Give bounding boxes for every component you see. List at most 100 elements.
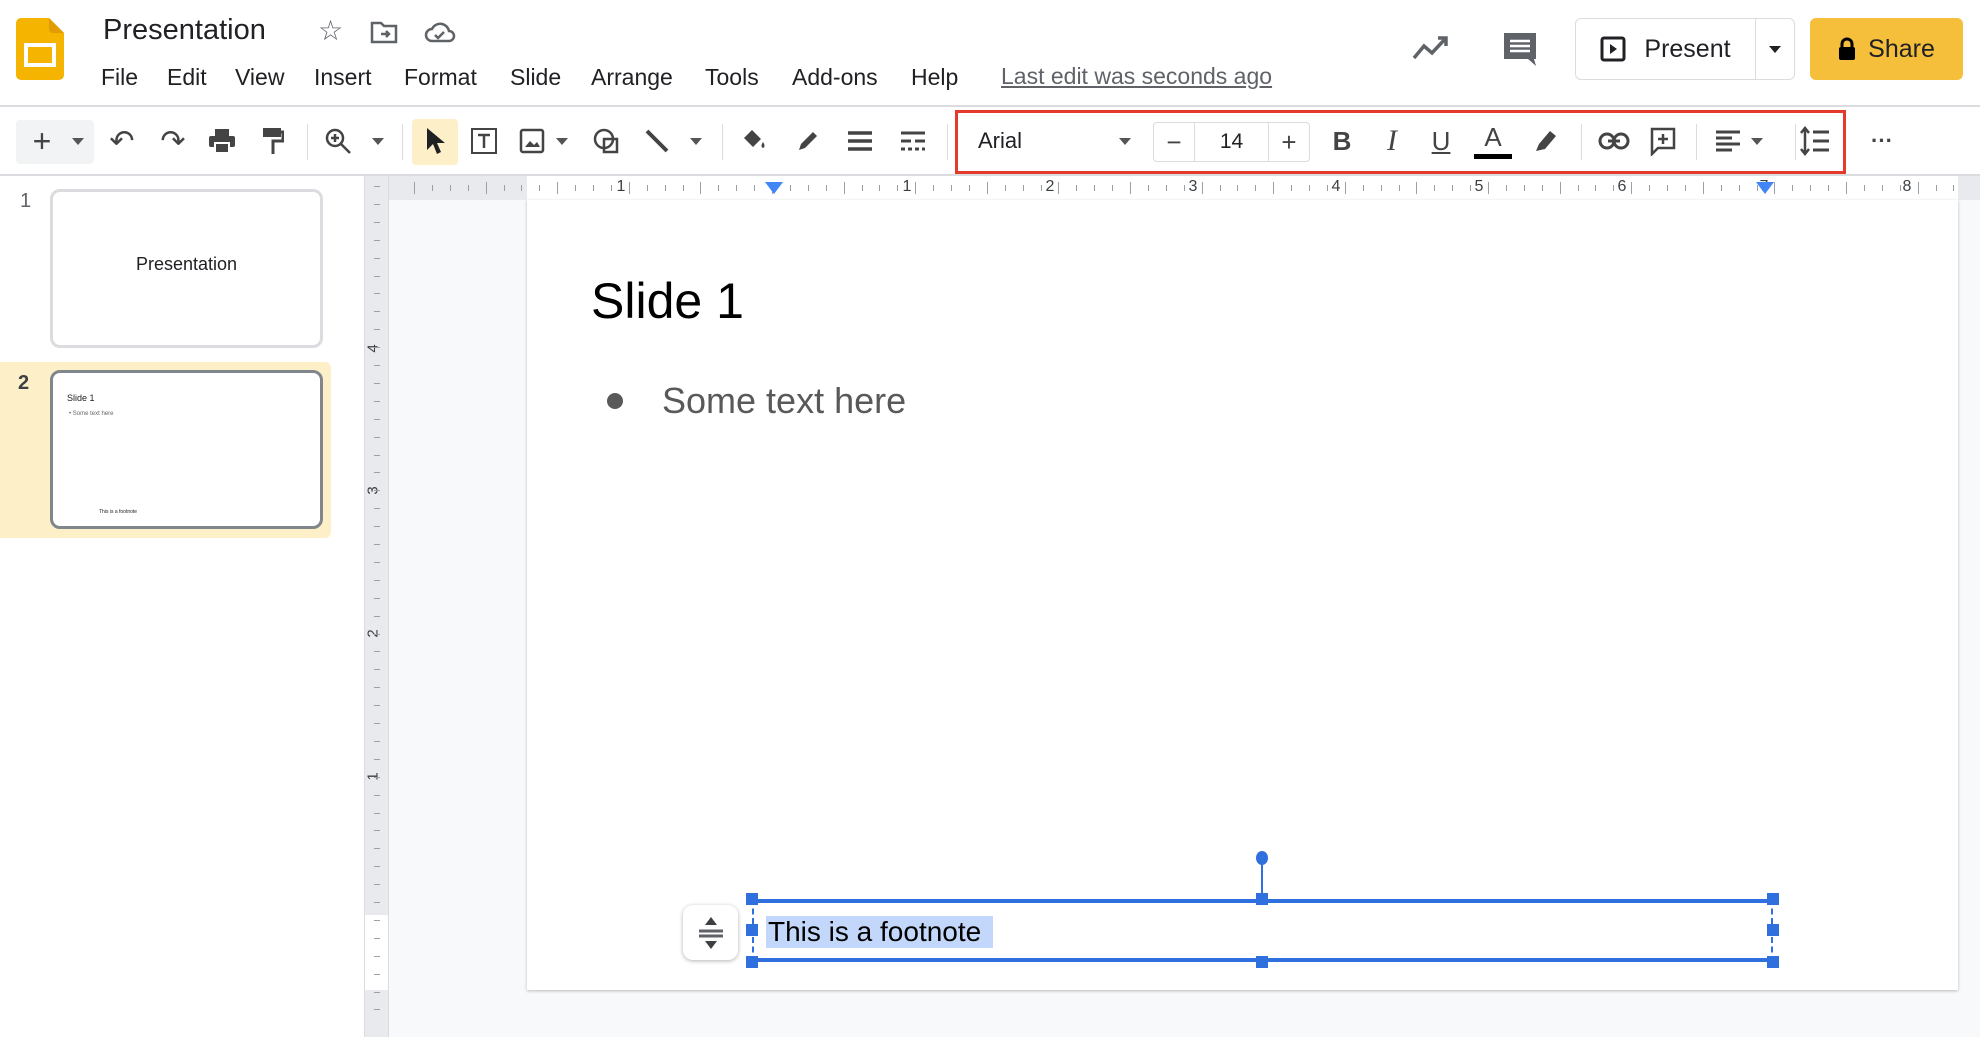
menu-format[interactable]: Format (404, 64, 477, 91)
zoom-icon[interactable] (324, 108, 352, 174)
ruler-tick (374, 937, 380, 939)
image-dropdown[interactable] (556, 108, 568, 174)
line-spacing-icon[interactable] (1799, 108, 1831, 174)
bold-button[interactable]: B (1333, 108, 1352, 174)
last-edit-link[interactable]: Last edit was seconds ago (1001, 63, 1272, 90)
decrease-font-size-button[interactable]: − (1154, 123, 1195, 161)
ruler-tick (1899, 185, 1901, 191)
increase-font-size-button[interactable]: + (1268, 123, 1309, 161)
resize-handle-right[interactable] (1767, 924, 1779, 936)
ruler-tick (1434, 185, 1436, 191)
slide-thumbnail-1[interactable]: Presentation (50, 189, 323, 348)
ruler-tick (1452, 185, 1454, 191)
bullet-text[interactable]: Some text here (662, 380, 906, 422)
undo-icon[interactable]: ↶ (109, 108, 134, 174)
resize-handle-top-right[interactable] (1767, 893, 1779, 905)
new-slide-plus-icon[interactable]: + (33, 108, 52, 174)
share-button[interactable]: Share (1810, 18, 1963, 80)
ruler-tick (374, 615, 380, 617)
menu-edit[interactable]: Edit (167, 64, 207, 91)
share-label: Share (1868, 34, 1935, 63)
star-icon[interactable]: ☆ (318, 14, 343, 47)
underline-button[interactable]: U (1432, 108, 1451, 174)
present-button[interactable]: Present (1576, 19, 1756, 79)
align-dropdown[interactable] (1751, 108, 1763, 174)
menu-view[interactable]: View (235, 64, 284, 91)
rotation-handle[interactable] (1256, 851, 1268, 865)
line-icon[interactable] (643, 108, 671, 174)
ruler-tick (1112, 185, 1114, 191)
menu-tools[interactable]: Tools (705, 64, 759, 91)
resize-handle-bottom-right[interactable] (1767, 956, 1779, 968)
border-dash-icon[interactable] (899, 108, 927, 174)
add-comment-icon[interactable] (1649, 108, 1677, 174)
menu-add-ons[interactable]: Add-ons (792, 64, 878, 91)
slide-thumbnail-2[interactable]: Slide 1 • Some text here This is a footn… (50, 370, 323, 529)
align-left-icon[interactable] (1715, 108, 1741, 174)
footnote-text[interactable]: This is a footnote (766, 916, 994, 948)
menu-slide[interactable]: Slide (510, 64, 561, 91)
vertical-ruler[interactable]: 4 3 2 1 (365, 176, 389, 1037)
ruler-tick (897, 185, 899, 191)
ruler-tick (628, 182, 630, 194)
move-folder-icon[interactable] (370, 20, 398, 44)
ruler-tick (374, 902, 380, 903)
slide-canvas[interactable]: Slide 1 Some text here (527, 200, 1958, 990)
ruler-tick (467, 185, 469, 191)
font-family-dropdown[interactable] (1119, 108, 1131, 174)
ruler-tick (1523, 185, 1525, 191)
border-color-pencil-icon[interactable] (795, 108, 821, 174)
ruler-tick (374, 812, 380, 814)
highlight-color-icon[interactable] (1533, 108, 1559, 174)
menu-arrange[interactable]: Arrange (591, 64, 673, 91)
resize-handle-top-left[interactable] (746, 893, 758, 905)
thumbnail-title: Slide 1 (67, 393, 95, 403)
insert-link-icon[interactable] (1598, 108, 1630, 174)
zoom-dropdown[interactable] (372, 108, 384, 174)
ruler-tick (431, 185, 433, 191)
resize-handle-bottom-left[interactable] (746, 956, 758, 968)
ruler-tick (1201, 182, 1203, 194)
activity-trend-icon[interactable] (1412, 36, 1450, 60)
horizontal-ruler[interactable]: 112345678 (389, 176, 1980, 200)
menu-file[interactable]: File (101, 64, 138, 91)
slide-title[interactable]: Slide 1 (591, 272, 744, 330)
ruler-tick (374, 740, 380, 742)
select-cursor-icon[interactable] (425, 108, 445, 174)
shape-icon[interactable] (592, 108, 620, 174)
resize-handle-bottom[interactable] (1256, 956, 1268, 968)
print-icon[interactable] (208, 108, 236, 174)
resize-handle-left[interactable] (746, 924, 758, 936)
more-options-button[interactable]: ··· (1871, 108, 1893, 174)
present-options-dropdown[interactable] (1756, 19, 1794, 79)
vertical-align-anchor-button[interactable] (683, 905, 738, 960)
insert-image-icon[interactable] (519, 108, 545, 174)
ruler-tick (374, 329, 380, 331)
border-weight-icon[interactable] (846, 108, 874, 174)
menu-insert[interactable]: Insert (314, 64, 372, 91)
footnote-text-box[interactable]: This is a footnote (752, 899, 1773, 962)
chevron-down-icon (72, 137, 84, 145)
italic-button[interactable]: I (1387, 108, 1397, 174)
ruler-tick (1165, 185, 1167, 191)
menu-help[interactable]: Help (911, 64, 958, 91)
line-dropdown[interactable] (690, 108, 702, 174)
text-box-icon[interactable] (469, 108, 499, 174)
font-size-input[interactable]: 14 (1195, 123, 1268, 161)
new-slide-layout-dropdown[interactable] (72, 108, 84, 174)
ruler-tick (1577, 185, 1579, 191)
resize-handle-top[interactable] (1256, 893, 1268, 905)
font-family-select[interactable]: Arial (978, 108, 1022, 174)
cloud-saved-icon[interactable] (424, 20, 456, 44)
document-title[interactable]: Presentation (103, 14, 266, 47)
slides-logo-icon[interactable] (16, 18, 64, 80)
ruler-page-region (527, 176, 1958, 200)
right-indent-marker[interactable] (1756, 182, 1774, 194)
text-color-button[interactable]: A (1474, 108, 1512, 174)
left-indent-marker[interactable] (765, 182, 783, 194)
ruler-tick (485, 182, 487, 194)
comments-icon[interactable] (1501, 30, 1539, 68)
redo-icon[interactable]: ↷ (160, 108, 185, 174)
paint-format-icon[interactable] (262, 108, 284, 174)
fill-color-icon[interactable] (740, 108, 768, 174)
